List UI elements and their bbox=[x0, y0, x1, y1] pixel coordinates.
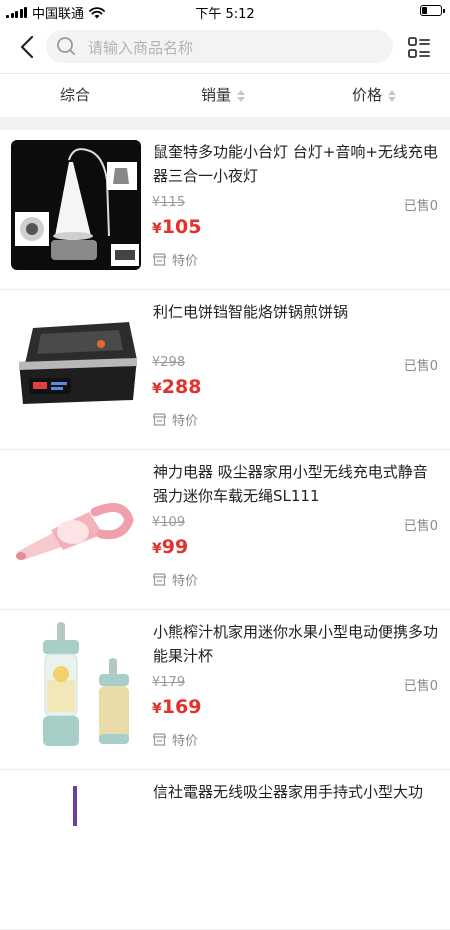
product-item[interactable]: 利仁电饼铛智能烙饼锅煎饼锅 ¥298 已售0 ¥288 特价 bbox=[0, 290, 450, 450]
juicer-image bbox=[43, 622, 129, 746]
current-price: ¥169 bbox=[152, 696, 201, 718]
tag-label: 特价 bbox=[172, 414, 199, 429]
original-price: ¥179 bbox=[152, 675, 186, 690]
sort-price[interactable]: 价格 bbox=[352, 74, 397, 117]
original-price: ¥298 bbox=[152, 355, 186, 370]
sort-sales[interactable]: 销量 bbox=[201, 74, 246, 117]
special-price-tag: 特价 bbox=[152, 570, 198, 589]
search-box[interactable] bbox=[46, 30, 393, 65]
currency-symbol: ¥ bbox=[152, 541, 162, 557]
product-image-lamp bbox=[11, 140, 141, 270]
griddle-image bbox=[19, 322, 137, 404]
tag-label: 特价 bbox=[172, 734, 199, 749]
shop-icon bbox=[152, 733, 167, 746]
product-item[interactable]: 小熊榨汁机家用迷你水果小型电动便携多功能果汁杯 ¥179 已售0 ¥169 特价 bbox=[0, 610, 450, 770]
special-price-tag: 特价 bbox=[152, 410, 198, 429]
back-arrow-icon[interactable] bbox=[14, 33, 42, 61]
search-icon bbox=[57, 37, 75, 55]
vacuum-image bbox=[16, 503, 134, 560]
sort-label: 价格 bbox=[352, 86, 383, 104]
lamp-image bbox=[15, 148, 139, 266]
original-price: ¥115 bbox=[152, 195, 186, 210]
currency-symbol: ¥ bbox=[152, 221, 162, 237]
sold-count: 已售0 bbox=[403, 199, 438, 214]
product-title: 神力电器 吸尘器家用小型无线充电式静音强力迷你车载无绳SL111 bbox=[153, 463, 428, 505]
product-image-vacuum bbox=[11, 460, 141, 590]
status-time: 下午 5:12 bbox=[195, 7, 255, 22]
original-price: ¥109 bbox=[152, 515, 186, 530]
battery-level bbox=[422, 7, 427, 14]
shop-icon bbox=[152, 253, 167, 266]
search-input[interactable] bbox=[86, 30, 380, 65]
current-price: ¥99 bbox=[152, 536, 188, 558]
sort-comprehensive[interactable]: 综合 bbox=[60, 74, 90, 117]
sort-label: 综合 bbox=[60, 86, 91, 104]
price-value: 105 bbox=[161, 216, 202, 238]
sold-count: 已售0 bbox=[403, 679, 438, 694]
sold-count: 已售0 bbox=[403, 519, 438, 534]
product-item[interactable]: 鼠奎特多功能小台灯 台灯+音响+无线充电器三合一小夜灯 ¥115 已售0 ¥10… bbox=[0, 130, 450, 290]
battery-icon bbox=[420, 5, 445, 16]
status-bar: 中国联通 下午 5:12 bbox=[0, 0, 450, 22]
price-value: 169 bbox=[161, 696, 202, 718]
currency-symbol: ¥ bbox=[152, 701, 162, 717]
shop-icon bbox=[152, 413, 167, 426]
sort-label: 销量 bbox=[201, 86, 232, 104]
price-value: 99 bbox=[161, 536, 189, 558]
product-image-griddle bbox=[11, 300, 141, 430]
special-price-tag: 特价 bbox=[152, 730, 198, 749]
product-item[interactable]: 信社電器无线吸尘器家用手持式小型大功 bbox=[0, 770, 450, 930]
special-price-tag: 特价 bbox=[152, 250, 198, 269]
product-title: 信社電器无线吸尘器家用手持式小型大功 bbox=[153, 783, 424, 801]
product-image-juicer bbox=[11, 620, 141, 750]
sort-arrows-icon bbox=[388, 89, 397, 102]
shop-icon bbox=[152, 573, 167, 586]
product-title: 鼠奎特多功能小台灯 台灯+音响+无线充电器三合一小夜灯 bbox=[153, 143, 438, 185]
currency-symbol: ¥ bbox=[152, 381, 162, 397]
product-title: 利仁电饼铛智能烙饼锅煎饼锅 bbox=[153, 303, 349, 321]
sort-bar: 综合 销量 价格 bbox=[0, 73, 450, 117]
price-value: 288 bbox=[161, 376, 202, 398]
tag-label: 特价 bbox=[172, 254, 199, 269]
header bbox=[0, 22, 450, 73]
product-title: 小熊榨汁机家用迷你水果小型电动便携多功能果汁杯 bbox=[153, 623, 438, 665]
tag-label: 特价 bbox=[172, 574, 199, 589]
sold-count: 已售0 bbox=[403, 359, 438, 374]
sort-arrows-icon bbox=[237, 89, 246, 102]
product-list: 鼠奎特多功能小台灯 台灯+音响+无线充电器三合一小夜灯 ¥115 已售0 ¥10… bbox=[0, 130, 450, 930]
list-layout-icon[interactable] bbox=[406, 35, 432, 61]
product-item[interactable]: 神力电器 吸尘器家用小型无线充电式静音强力迷你车载无绳SL111 ¥109 已售… bbox=[0, 450, 450, 610]
current-price: ¥105 bbox=[152, 216, 201, 238]
current-price: ¥288 bbox=[152, 376, 201, 398]
